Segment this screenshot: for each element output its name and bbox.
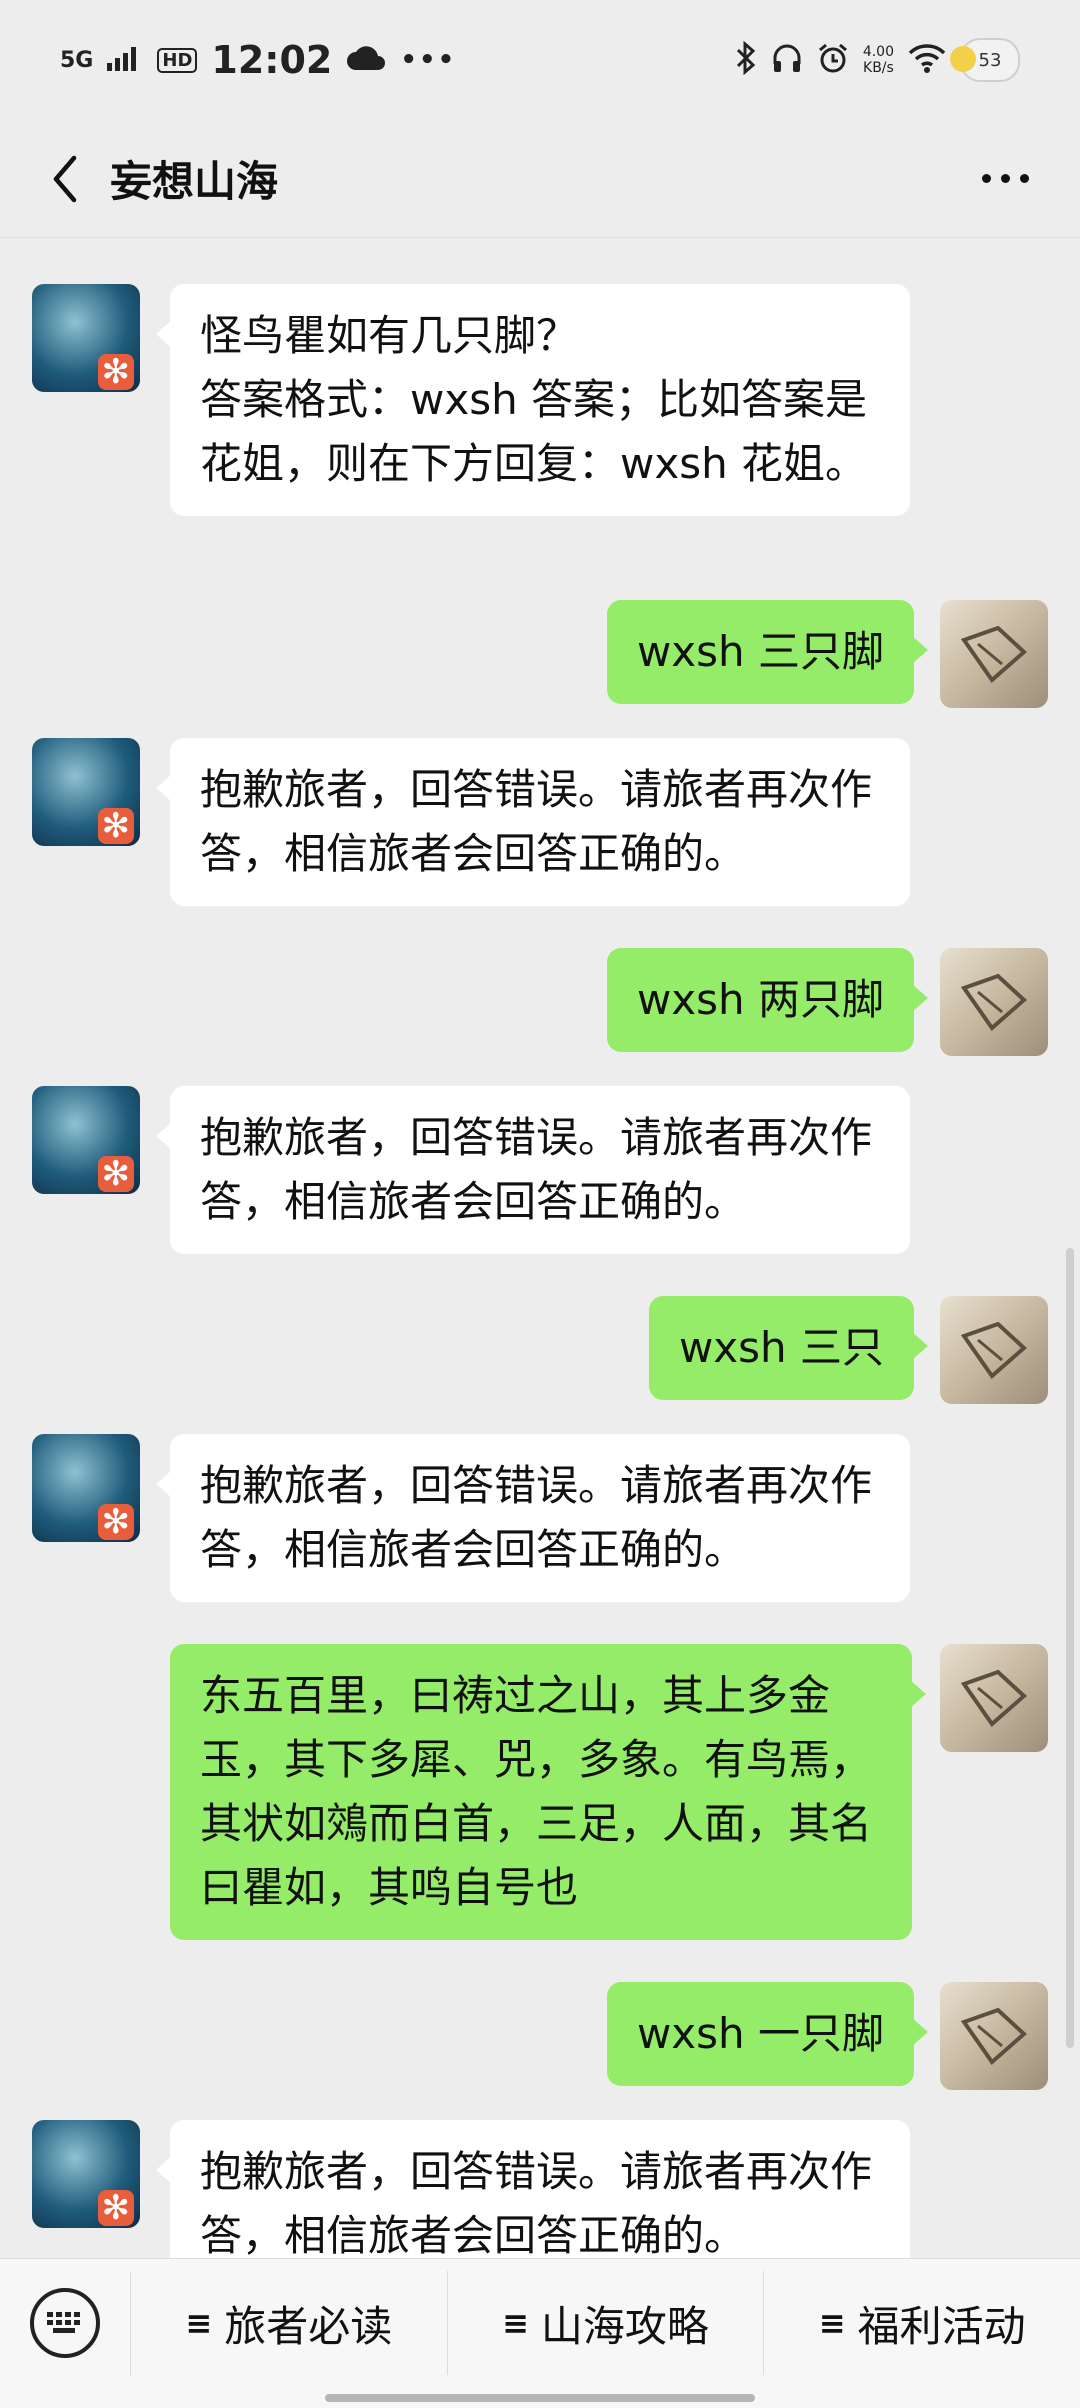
bot-avatar[interactable] xyxy=(32,284,140,392)
bot-avatar[interactable] xyxy=(32,1086,140,1194)
bot-avatar[interactable] xyxy=(32,738,140,846)
more-notifications-icon: ••• xyxy=(400,45,457,75)
wifi-icon xyxy=(908,43,946,77)
message-list[interactable]: 怪鸟瞿如有几只脚？ 答案格式：wxsh 答案；比如答案是花姐，则在下方回复：wx… xyxy=(0,238,1080,2258)
bot-avatar[interactable] xyxy=(32,2120,140,2228)
clock: 12:02 xyxy=(211,38,333,82)
message-row: wxsh 三只脚 xyxy=(0,600,1080,710)
message-row: 抱歉旅者，回答错误。请旅者再次作答，相信旅者会回答正确的。 xyxy=(0,1434,1080,1614)
message-bubble[interactable]: 抱歉旅者，回答错误。请旅者再次作答，相信旅者会回答正确的。 xyxy=(156,1086,910,1254)
menu-item-label: 旅者必读 xyxy=(224,2301,393,2351)
speed-value: 4.00 xyxy=(862,44,894,60)
message-row: 东五百里，曰祷过之山，其上多金玉，其下多犀、兕，多象。有鸟焉，其状如鵁而白首，三… xyxy=(0,1644,1080,1954)
message-row: 怪鸟瞿如有几只脚？ 答案格式：wxsh 答案；比如答案是花姐，则在下方回复：wx… xyxy=(0,260,1080,570)
menu-item-label: 山海攻略 xyxy=(540,2301,709,2351)
message-row: wxsh 三只 xyxy=(0,1296,1080,1406)
message-bubble[interactable]: 抱歉旅者，回答错误。请旅者再次作答，相信旅者会回答正确的。 xyxy=(156,1434,910,1602)
menu-item-travel-guide[interactable]: ≡ 旅者必读 xyxy=(131,2271,448,2375)
avatar-image-icon xyxy=(960,2007,1027,2065)
status-bar: 5G HD 12:02 ••• 4.00 KB/s 53 xyxy=(0,0,1080,120)
headphones-icon xyxy=(771,42,803,78)
home-indicator[interactable] xyxy=(325,2394,755,2402)
menu-list-icon: ≡ xyxy=(818,2304,846,2342)
message-row: wxsh 一只脚 xyxy=(0,1982,1080,2092)
keyboard-icon xyxy=(30,2288,100,2358)
message-bubble[interactable]: 怪鸟瞿如有几只脚？ 答案格式：wxsh 答案；比如答案是花姐，则在下方回复：wx… xyxy=(156,284,910,516)
menu-list-icon: ≡ xyxy=(185,2304,213,2342)
speed-unit: KB/s xyxy=(863,60,894,76)
signal-icon xyxy=(107,45,143,75)
message-bubble[interactable]: wxsh 三只 xyxy=(648,1296,929,1400)
user-avatar[interactable] xyxy=(940,948,1048,1056)
user-avatar[interactable] xyxy=(940,1296,1048,1404)
message-bubble[interactable]: 抱歉旅者，回答错误。请旅者再次作答，相信旅者会回答正确的。 xyxy=(156,2120,910,2258)
message-bubble[interactable]: 东五百里，曰祷过之山，其上多金玉，其下多犀、兕，多象。有鸟焉，其状如鵁而白首，三… xyxy=(170,1644,926,1940)
dot-icon xyxy=(1019,174,1029,183)
user-avatar[interactable] xyxy=(940,1982,1048,2090)
chevron-left-icon xyxy=(53,155,77,202)
avatar-image-icon xyxy=(960,1321,1027,1379)
status-left: 5G HD 12:02 ••• xyxy=(60,38,456,82)
menu-item-benefits[interactable]: ≡ 福利活动 xyxy=(764,2271,1080,2375)
more-options-button[interactable] xyxy=(960,144,1050,214)
message-bubble[interactable]: wxsh 三只脚 xyxy=(606,600,929,704)
avatar-image-icon xyxy=(960,973,1027,1031)
menu-item-strategy[interactable]: ≡ 山海攻略 xyxy=(448,2271,765,2375)
back-button[interactable] xyxy=(30,144,100,214)
bottom-menu-bar: ≡ 旅者必读 ≡ 山海攻略 ≡ 福利活动 xyxy=(0,2258,1080,2408)
message-bubble[interactable]: 抱歉旅者，回答错误。请旅者再次作答，相信旅者会回答正确的。 xyxy=(156,738,910,906)
message-row: 抱歉旅者，回答错误。请旅者再次作答，相信旅者会回答正确的。 xyxy=(0,1086,1080,1266)
bluetooth-icon xyxy=(735,40,757,79)
battery-level: 53 xyxy=(978,49,1002,71)
chat-header: 妄想山海 xyxy=(0,120,1080,238)
dot-icon xyxy=(1000,174,1010,183)
menu-list-icon: ≡ xyxy=(502,2304,529,2342)
network-speed: 4.00 KB/s xyxy=(863,44,894,76)
message-bubble[interactable]: wxsh 一只脚 xyxy=(606,1982,929,2086)
dot-icon xyxy=(981,174,991,183)
message-bubble[interactable]: wxsh 两只脚 xyxy=(606,948,929,1052)
user-avatar[interactable] xyxy=(940,600,1048,708)
bot-avatar[interactable] xyxy=(32,1434,140,1542)
status-right: 4.00 KB/s 53 xyxy=(735,38,1020,82)
message-row: 抱歉旅者，回答错误。请旅者再次作答，相信旅者会回答正确的。 xyxy=(0,2120,1080,2258)
network-indicator: 5G xyxy=(60,47,94,73)
avatar-image-icon xyxy=(960,625,1027,683)
alarm-icon xyxy=(817,42,849,78)
message-row: wxsh 两只脚 xyxy=(0,948,1080,1058)
hd-badge: HD xyxy=(157,47,198,73)
cloud-icon xyxy=(346,44,386,76)
menu-item-label: 福利活动 xyxy=(857,2301,1026,2351)
avatar-image-icon xyxy=(960,1669,1027,1727)
chat-title: 妄想山海 xyxy=(110,157,279,206)
keyboard-toggle-button[interactable] xyxy=(0,2271,131,2375)
user-avatar[interactable] xyxy=(940,1644,1048,1752)
chat-screen: 5G HD 12:02 ••• 4.00 KB/s 53 妄想山海 ✻ 怪鸟瞿如… xyxy=(0,0,1080,2408)
message-row: 抱歉旅者，回答错误。请旅者再次作答，相信旅者会回答正确的。 xyxy=(0,738,1080,918)
battery-indicator: 53 xyxy=(950,38,1020,82)
